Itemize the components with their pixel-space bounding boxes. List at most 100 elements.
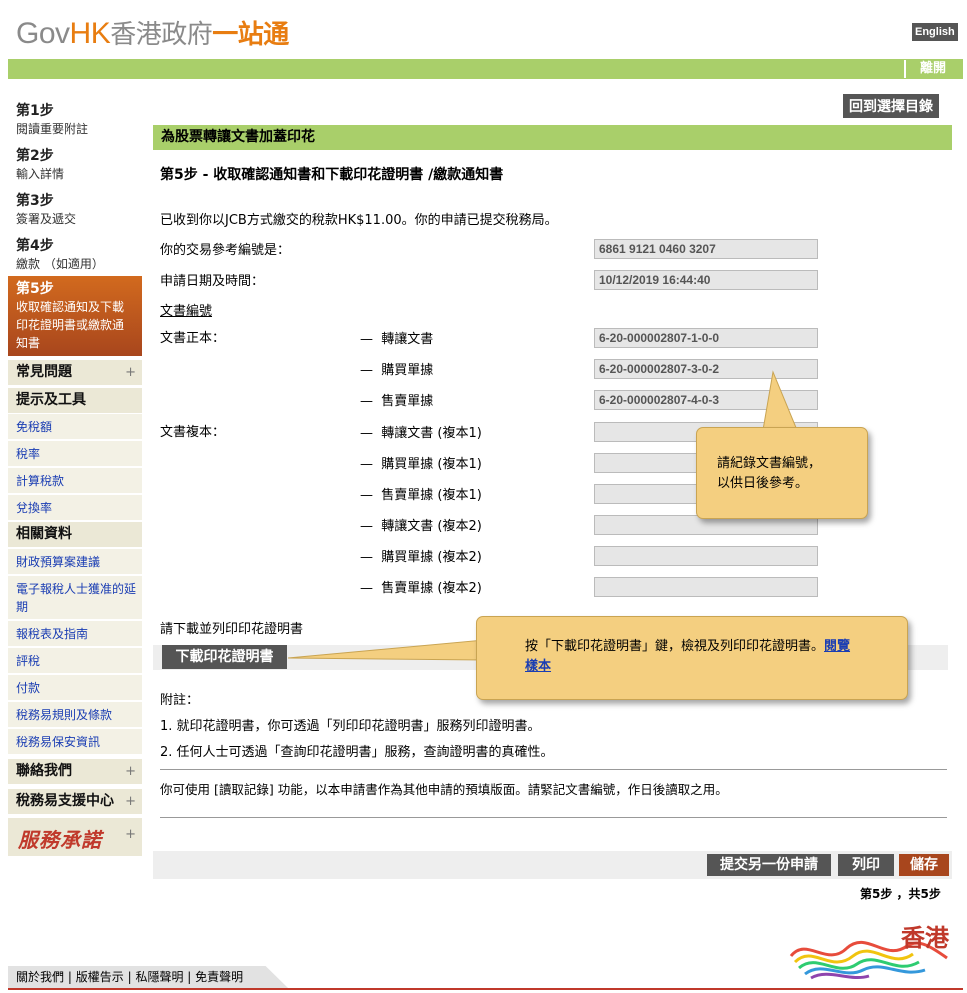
doc-number-field (594, 577, 818, 597)
step-title: 第4步 (16, 238, 54, 254)
footer-divider (8, 988, 963, 990)
sidebar-item-tax-calc[interactable]: 計算稅款 (8, 468, 142, 494)
service-pledge-text: 服務承諾 (18, 828, 102, 852)
doc-number-field (594, 546, 818, 566)
divider (160, 769, 947, 770)
dash-text: — (360, 394, 373, 409)
reuse-note: 你可使用 [讀取記錄] 功能，以本申請書作為其他申請的預填版面。請緊記文書編號，… (160, 782, 728, 797)
sidebar-contact[interactable]: 聯絡我們 + (8, 759, 142, 784)
plus-icon: + (125, 827, 136, 842)
tooltip-record-number: 請紀錄文書編號， 以供日後參考。 (696, 427, 868, 519)
step-3: 第3步 簽署及遞交 (16, 190, 76, 227)
brand-hk-logo: 香港 (787, 918, 955, 980)
tooltip-pointer (287, 639, 485, 661)
doc-label: 售賣單據 (複本2) (381, 581, 482, 596)
doc-number-field: 6-20-000002807-1-0-0 (594, 328, 818, 348)
sidebar-item-allowance[interactable]: 免稅額 (8, 414, 142, 440)
step-desc: 輸入詳情 (16, 167, 65, 181)
ref-label: 你的交易參考編號是： (160, 243, 291, 258)
sidebar-item-tax-rate[interactable]: 稅率 (8, 441, 142, 467)
copy-label: 文書複本： (160, 425, 226, 440)
plus-icon: + (125, 365, 136, 380)
dash-text: — (360, 550, 373, 565)
step-title: 第5步 (16, 281, 54, 297)
logo-zh-bold-text: 一站通 (212, 19, 289, 49)
sidebar-item-payment[interactable]: 付款 (8, 675, 142, 701)
sidebar-item-exchange-rate[interactable]: 兌換率 (8, 495, 142, 521)
tooltip-text: 按「下載印花證明書」鍵，檢視及列印印花證明書。 (525, 639, 825, 654)
sidebar-faq-label: 常見問題 (16, 364, 72, 380)
sidebar-related-label: 相關資料 (16, 526, 72, 542)
submit-another-button[interactable]: 提交另一份申請 (707, 854, 831, 876)
sidebar-contact-label: 聯絡我們 (16, 763, 72, 779)
sidebar-item-budget[interactable]: 財政預算案建議 (8, 549, 142, 575)
doc-row: — 售賣單據 (360, 390, 433, 409)
doc-row: — 轉讓文書 (複本1) (360, 422, 482, 441)
dash-text: — (360, 363, 373, 378)
print-button[interactable]: 列印 (838, 854, 894, 876)
download-certificate-button[interactable]: 下載印花證明書 (162, 645, 287, 669)
doc-row: — 售賣單據 (複本2) (360, 577, 482, 596)
step-1: 第1步 閱讀重要附註 (16, 100, 88, 137)
doc-row: — 購買單據 (360, 359, 433, 378)
service-pledge-logo[interactable]: 服務承諾 + (8, 818, 142, 856)
note-item: 1. 就印花證明書，你可透過「列印印花證明書」服務列印證明書。 (160, 719, 541, 734)
doc-label: 購買單據 (複本2) (381, 550, 482, 565)
sidebar-item-security[interactable]: 稅務易保安資訊 (8, 729, 142, 755)
sidebar-item-tax-forms[interactable]: 報稅表及指南 (8, 621, 142, 647)
footer-link-copyright[interactable]: 版權告示 (76, 970, 124, 984)
save-button[interactable]: 儲存 (899, 854, 949, 876)
header-bar (8, 59, 963, 79)
step-desc: 收取確認通知及下載印花證明書或繳款通知書 (16, 300, 125, 350)
sidebar-tips-label: 提示及工具 (16, 392, 86, 408)
note-item: 2. 任何人士可透過「查詢印花證明書」服務，查詢證明書的真確性。 (160, 745, 554, 760)
step-2: 第2步 輸入詳情 (16, 145, 64, 182)
step-5-current: 第5步 收取確認通知及下載印花證明書或繳款通知書 (8, 276, 142, 356)
doc-row: — 購買單據 (複本2) (360, 546, 482, 565)
sidebar-item-assessment[interactable]: 評稅 (8, 648, 142, 674)
english-button[interactable]: English (912, 23, 958, 41)
doc-row: — 轉讓文書 (360, 328, 433, 347)
sidebar-faq[interactable]: 常見問題 + (8, 360, 142, 385)
footer-link-about[interactable]: 關於我們 (16, 970, 64, 984)
dash-text: — (360, 581, 373, 596)
doc-label: 售賣單據 (複本1) (381, 488, 482, 503)
divider (160, 817, 947, 818)
doc-row: — 售賣單據 (複本1) (360, 484, 482, 503)
sidebar-related: 相關資料 (8, 522, 142, 547)
date-label: 申請日期及時間： (160, 274, 265, 289)
date-field: 10/12/2019 16:44:40 (594, 270, 818, 290)
plus-icon: + (125, 764, 136, 779)
logout-button[interactable]: 離開 (904, 60, 960, 78)
doc-label: 購買單據 (381, 363, 434, 378)
doc-label: 轉讓文書 (複本1) (381, 426, 482, 441)
doc-label: 售賣單據 (381, 394, 434, 409)
doc-number-heading: 文書編號 (160, 304, 213, 319)
dash-text: — (360, 457, 373, 472)
tooltip-download: 按「下載印花證明書」鍵，檢視及列印印花證明書。閱覽樣本 (476, 616, 908, 700)
doc-label: 轉讓文書 (381, 332, 434, 347)
sidebar-item-extension[interactable]: 電子報稅人士獲准的延期 (8, 576, 142, 620)
doc-label: 轉讓文書 (複本2) (381, 519, 482, 534)
step-desc: 閱讀重要附註 (16, 122, 89, 136)
step-title: 第3步 (16, 193, 54, 209)
step-heading: 第5步 - 收取確認通知書和下載印花證明書 /繳款通知書 (160, 167, 504, 183)
logo-zh-text: 香港政府 (110, 19, 213, 49)
footer-links: 關於我們 | 版權告示 | 私隱聲明 | 免責聲明 (8, 966, 288, 988)
tooltip-pointer (762, 370, 798, 431)
notes-title: 附註： (160, 693, 200, 708)
page-count: 第5步 ，共5步 (860, 887, 941, 901)
plus-icon: + (125, 794, 136, 809)
sidebar-item-terms[interactable]: 稅務易規則及條款 (8, 702, 142, 728)
payment-message: 已收到你以JCB方式繳交的稅款HK$11.00。你的申請已提交稅務局。 (160, 213, 558, 228)
dash-text: — (360, 519, 373, 534)
back-to-menu-button[interactable]: 回到選擇目錄 (843, 94, 939, 118)
sidebar-support[interactable]: 稅務易支援中心 + (8, 789, 142, 814)
footer-link-disclaimer[interactable]: 免責聲明 (195, 970, 243, 984)
sidebar-tips: 提示及工具 (8, 388, 142, 413)
footer-separator: | (187, 970, 192, 984)
step-title: 第2步 (16, 148, 54, 164)
action-bar (153, 851, 952, 879)
footer-link-privacy[interactable]: 私隱聲明 (135, 970, 183, 984)
govhk-logo[interactable]: GovHK香港政府一站通 (16, 14, 289, 51)
